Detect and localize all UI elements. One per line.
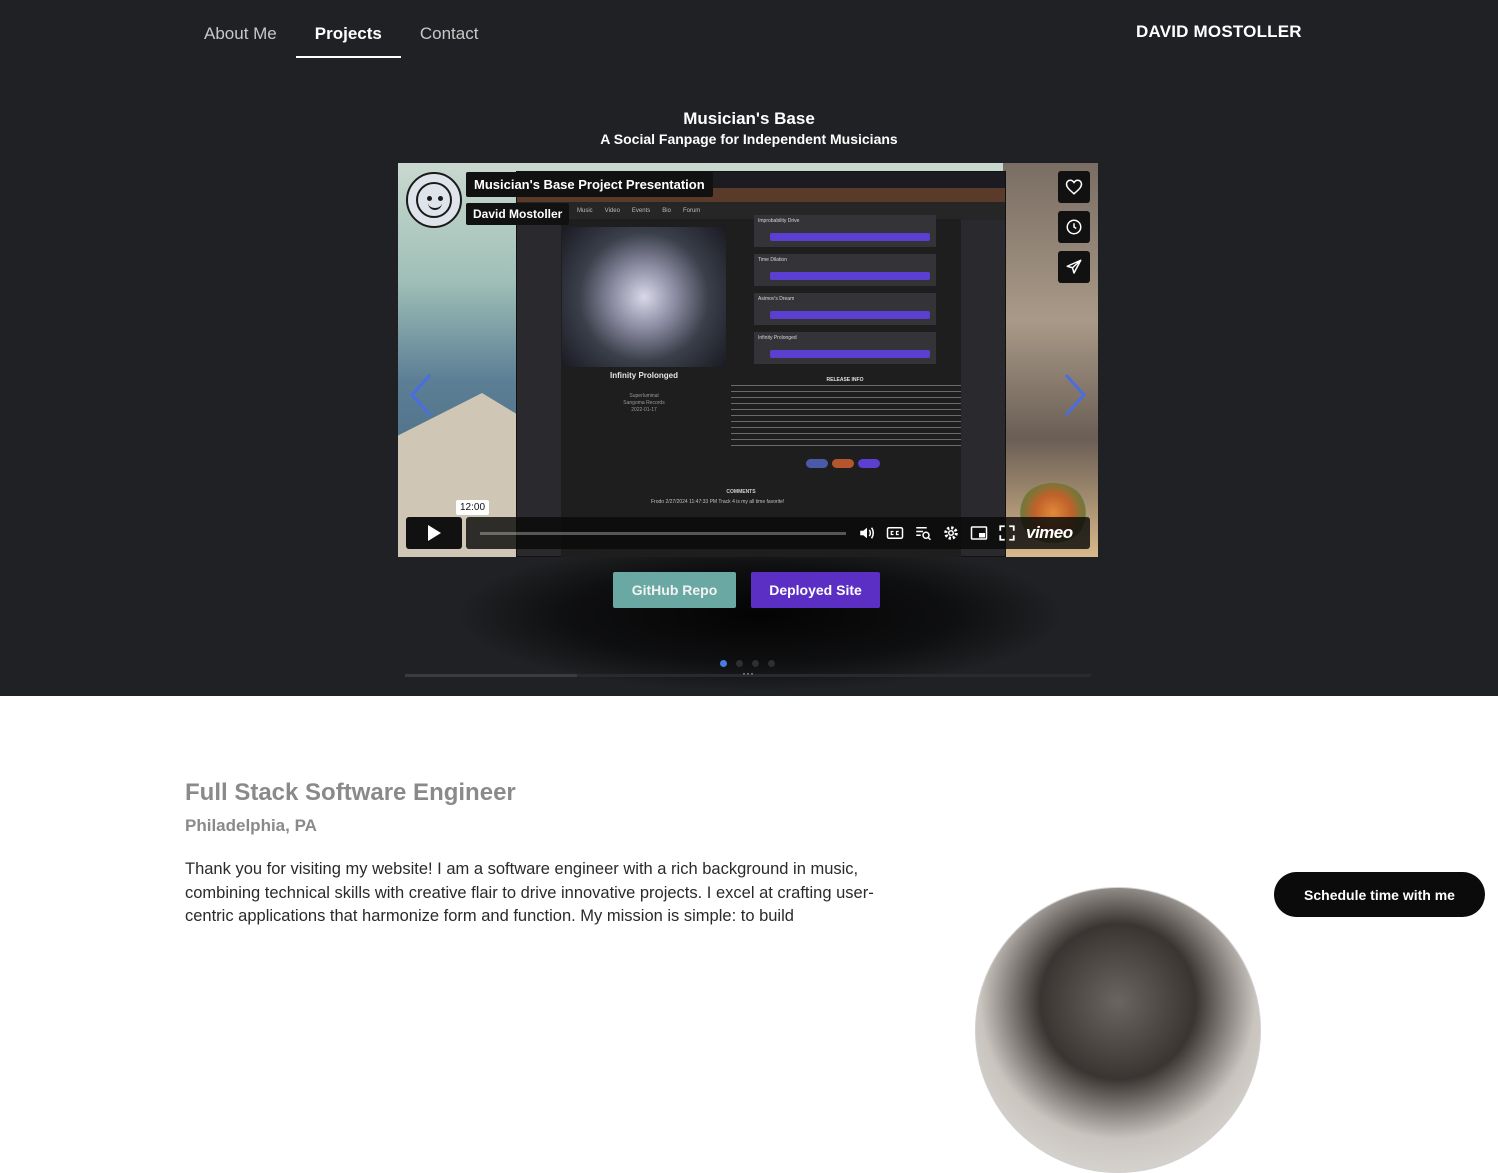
channel-avatar[interactable] — [406, 172, 462, 228]
track-waveform — [770, 311, 930, 319]
video-controls: vimeo — [406, 517, 1090, 549]
transcript-search-icon — [916, 527, 932, 541]
track-item: Improbability Drive — [754, 215, 936, 247]
main-nav: About Me Projects Contact — [185, 10, 497, 58]
album-name: Infinity Prolonged — [610, 371, 678, 380]
share-button[interactable] — [1058, 251, 1090, 283]
track-waveform — [770, 233, 930, 241]
fullscreen-button[interactable] — [998, 524, 1016, 542]
transcript-button[interactable] — [914, 524, 932, 542]
release-info-heading: RELEASE INFO — [826, 377, 864, 383]
track-name: Asimov's Dream — [758, 296, 795, 302]
carousel-prev-icon[interactable] — [406, 371, 436, 419]
site-brand[interactable]: DAVID MOSTOLLER — [1136, 22, 1302, 42]
comment-item: Frodo 2/27/2024 11:47:33 PM Track 4 is m… — [651, 499, 785, 505]
settings-button[interactable] — [942, 524, 960, 542]
location-text: Philadelphia, PA — [185, 816, 317, 835]
closed-captions-icon — [886, 527, 904, 539]
track-name: Time Dilation — [758, 257, 787, 263]
bio-paragraph: Thank you for visiting my website! I am … — [185, 860, 874, 925]
volume-button[interactable] — [858, 524, 876, 542]
video-screen-content: Infinity Prolonged Superluminal Sangoma … — [516, 171, 1006, 557]
github-repo-button[interactable]: GitHub Repo — [613, 572, 736, 608]
carousel-scroll-thumb[interactable] — [405, 674, 577, 677]
deployed-site-button[interactable]: Deployed Site — [751, 572, 880, 608]
gear-icon — [944, 526, 958, 540]
album-artist: Superluminal — [629, 393, 659, 399]
album-label: Sangoma Records — [623, 400, 665, 406]
carousel-shadow — [460, 540, 1060, 690]
play-icon — [428, 525, 441, 541]
release-actions — [806, 459, 880, 468]
video-author[interactable]: David Mostoller — [466, 203, 570, 225]
watch-later-button[interactable] — [1058, 211, 1090, 243]
carousel-next-icon[interactable] — [1060, 371, 1090, 419]
more-icon: ··· — [742, 666, 754, 680]
comments-heading: COMMENTS — [726, 489, 756, 495]
pip-button[interactable] — [970, 524, 988, 542]
heart-icon — [1065, 179, 1083, 195]
video-title[interactable]: Musician's Base Project Presentation — [466, 172, 713, 197]
buy-pill — [858, 459, 880, 468]
carousel-dot[interactable] — [720, 660, 727, 667]
eye-left — [427, 196, 432, 201]
album-meta: Superluminal Sangoma Records 2022-01-17 — [562, 393, 726, 414]
track-item: Time Dilation — [754, 254, 936, 286]
fullscreen-icon — [999, 525, 1015, 541]
eye-right — [438, 196, 443, 201]
album-date: 2022-01-17 — [631, 407, 657, 413]
like-button[interactable] — [1058, 171, 1090, 203]
nav-projects[interactable]: Projects — [295, 10, 401, 58]
saved-pill — [832, 459, 854, 468]
video-player[interactable]: Music Video Events Bio Forum Infinity Pr… — [398, 163, 1098, 557]
nav-contact[interactable]: Contact — [401, 10, 498, 58]
nav-about-me[interactable]: About Me — [185, 10, 296, 58]
project-subtitle: A Social Fanpage for Independent Musicia… — [600, 131, 898, 147]
track-item: Asimov's Dream — [754, 293, 936, 325]
track-waveform — [770, 272, 930, 280]
control-icons — [858, 517, 1016, 549]
role-heading: Full Stack Software Engineer — [185, 779, 516, 806]
captions-button[interactable] — [886, 524, 904, 542]
time-tooltip: 12:00 — [456, 500, 490, 515]
progress-bar[interactable] — [480, 532, 846, 535]
track-item: Infinity Prolonged — [754, 332, 936, 364]
release-info-text — [731, 385, 961, 449]
smiley-face-icon — [416, 182, 452, 218]
control-bar: vimeo — [466, 517, 1090, 549]
carousel-dot[interactable] — [768, 660, 775, 667]
track-waveform — [770, 350, 930, 358]
play-button[interactable] — [406, 517, 462, 549]
paper-plane-icon — [1066, 259, 1082, 274]
projects-section: About Me Projects Contact DAVID MOSTOLLE… — [0, 0, 1498, 696]
mouth — [428, 203, 442, 210]
picture-in-picture-icon — [970, 526, 988, 540]
vimeo-logo[interactable]: vimeo — [1026, 523, 1073, 543]
schedule-time-button[interactable]: Schedule time with me — [1274, 872, 1485, 917]
track-name: Infinity Prolonged — [758, 335, 797, 341]
clock-icon — [1066, 219, 1082, 235]
track-name: Improbability Drive — [758, 218, 800, 224]
project-title: Musician's Base — [683, 109, 815, 128]
share-pill — [806, 459, 828, 468]
album-cover — [562, 227, 726, 367]
profile-photo — [975, 887, 1261, 1173]
volume-icon — [860, 527, 874, 539]
